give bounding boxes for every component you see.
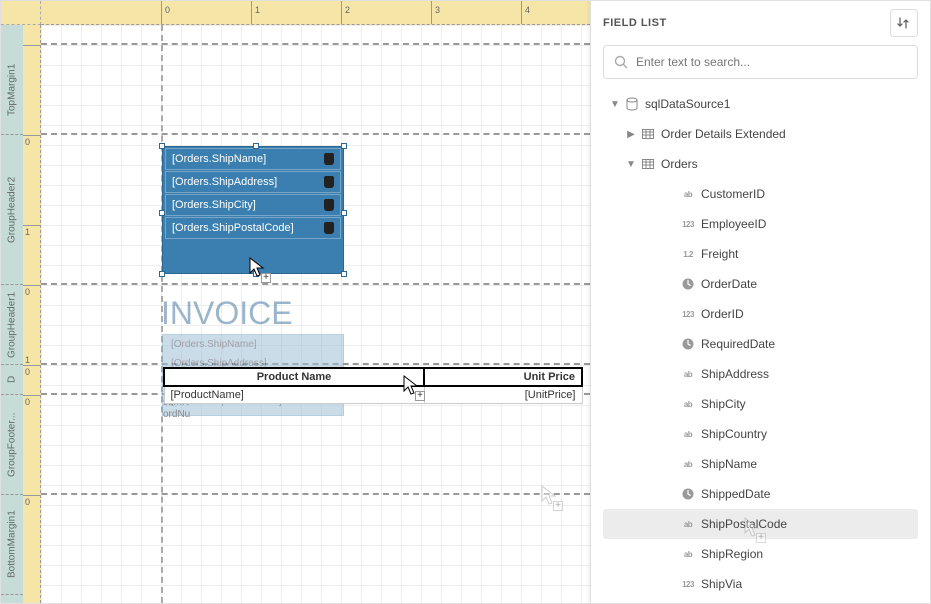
vertical-ruler: 0 1 0 1 0 0 0 — [23, 25, 41, 603]
dragged-field[interactable]: [Orders.ShipAddress] — [165, 171, 341, 193]
search-input[interactable] — [636, 55, 907, 69]
panel-title: FIELD LIST — [603, 17, 667, 29]
band-label-detail[interactable]: D — [1, 365, 23, 395]
tree-node-field[interactable]: abCustomerID — [603, 179, 918, 209]
report-table[interactable]: Product Name Unit Price [ProductName] [U… — [163, 367, 583, 404]
tree-node-field[interactable]: abShipCountry — [603, 419, 918, 449]
ruler-tick-label: 3 — [435, 5, 440, 15]
tree-node-field[interactable]: RequiredDate — [603, 329, 918, 359]
cell-price[interactable]: [UnitPrice] — [424, 386, 582, 404]
field-type-icon: ab — [679, 460, 697, 469]
tree-node-field[interactable]: 123OrderID — [603, 299, 918, 329]
sort-fields-button[interactable] — [890, 9, 918, 37]
table-header-row[interactable]: Product Name Unit Price — [164, 368, 582, 386]
band-separator[interactable] — [41, 43, 590, 45]
field-type-icon: ab — [679, 520, 697, 529]
band-separator[interactable] — [41, 493, 590, 495]
resize-handle[interactable] — [159, 143, 165, 149]
band-label-gutter: TopMargin1 GroupHeader2 GroupHeader1 D G… — [1, 25, 23, 603]
resize-handle[interactable] — [253, 143, 259, 149]
ruler-tick-label: 2 — [345, 5, 350, 15]
resize-handle[interactable] — [159, 271, 165, 277]
column-header-price[interactable]: Unit Price — [424, 368, 582, 386]
resize-handle[interactable] — [341, 143, 347, 149]
dragged-field[interactable]: [Orders.ShipName] — [165, 148, 341, 170]
search-input-wrapper[interactable] — [603, 45, 918, 79]
database-icon — [324, 153, 334, 165]
field-type-icon: ab — [679, 430, 697, 439]
dragged-field[interactable]: [Orders.ShipPostalCode] — [165, 217, 341, 239]
field-type-icon — [679, 337, 697, 351]
band-label-group-header2[interactable]: GroupHeader2 — [1, 135, 23, 285]
tree-node-field[interactable]: 123EmployeeID — [603, 209, 918, 239]
ord-label: ordNu — [163, 409, 190, 420]
ruler-tick-label: 0 — [165, 5, 170, 15]
tree-node-table[interactable]: ▶ Order Details Extended — [603, 119, 918, 149]
search-icon — [614, 55, 628, 69]
dragged-field[interactable]: [Orders.ShipCity] — [165, 194, 341, 216]
tree-node-field[interactable]: abShipCity — [603, 389, 918, 419]
band-label-bottom-margin[interactable]: BottomMargin1 — [1, 495, 23, 595]
table-icon — [639, 159, 657, 169]
cell-product[interactable]: [ProductName] — [164, 386, 424, 404]
database-icon — [324, 222, 334, 234]
ruler-corner — [1, 1, 41, 25]
tree-node-datasource[interactable]: ▼ sqlDataSource1 — [603, 89, 918, 119]
resize-handle[interactable] — [341, 271, 347, 277]
tree-node-field[interactable]: 1.2Freight — [603, 239, 918, 269]
invoice-title[interactable]: INVOICE — [161, 295, 293, 332]
field-type-icon — [679, 487, 697, 501]
field-type-icon: ab — [679, 370, 697, 379]
chevron-right-icon[interactable]: ▶ — [623, 129, 639, 140]
tree-node-field[interactable]: abShipRegion — [603, 539, 918, 569]
band-label-top-margin[interactable]: TopMargin1 — [1, 45, 23, 135]
field-type-icon: 123 — [679, 220, 697, 229]
cursor-icon: + — [541, 485, 557, 507]
column-header-product[interactable]: Product Name — [164, 368, 424, 386]
dragged-fields-block[interactable]: [Orders.ShipName] [Orders.ShipAddress] [… — [163, 147, 343, 273]
field-type-icon: 123 — [679, 580, 697, 589]
field-type-icon: 1.2 — [679, 250, 697, 259]
chevron-down-icon[interactable]: ▼ — [623, 159, 639, 170]
ruler-tick-label: 1 — [255, 5, 260, 15]
band-separator[interactable] — [41, 283, 590, 285]
tree-node-field[interactable]: OrderDate — [603, 269, 918, 299]
table-data-row[interactable]: [ProductName] [UnitPrice] — [164, 386, 582, 404]
tree-node-field[interactable]: 123ShipVia — [603, 569, 918, 591]
datasource-icon — [623, 97, 641, 111]
field-tree[interactable]: ▼ sqlDataSource1 ▶ Order Details Extende… — [603, 89, 918, 591]
report-canvas[interactable]: INVOICE [Orders.ShipName] [Orders.ShipAd… — [41, 25, 590, 603]
field-type-icon: ab — [679, 550, 697, 559]
tree-node-field[interactable]: abShipAddress — [603, 359, 918, 389]
tree-node-field[interactable]: ShippedDate — [603, 479, 918, 509]
tree-node-table[interactable]: ▼ Orders — [603, 149, 918, 179]
field-type-icon: ab — [679, 190, 697, 199]
ruler-tick-label: 4 — [525, 5, 530, 15]
field-type-icon: ab — [679, 400, 697, 409]
field-type-icon: 123 — [679, 310, 697, 319]
tree-node-field[interactable]: abShipPostalCode — [603, 509, 918, 539]
tree-node-field[interactable]: abShipName — [603, 449, 918, 479]
database-icon — [324, 199, 334, 211]
field-type-icon — [679, 277, 697, 291]
resize-handle[interactable] — [159, 210, 165, 216]
band-label-group-footer[interactable]: GroupFooter... — [1, 395, 23, 495]
band-label-group-header1[interactable]: GroupHeader1 — [1, 285, 23, 365]
resize-handle[interactable] — [253, 271, 259, 277]
database-icon — [324, 176, 334, 188]
resize-handle[interactable] — [341, 210, 347, 216]
field-list-panel: FIELD LIST ▼ sqlDataSource1 ▶ Order Deta… — [590, 1, 930, 603]
band-separator[interactable] — [41, 133, 590, 135]
chevron-down-icon[interactable]: ▼ — [607, 99, 623, 110]
table-icon — [639, 129, 657, 139]
horizontal-ruler: 0 1 2 3 4 — [41, 1, 590, 25]
design-canvas[interactable]: 0 1 2 3 4 TopMargin1 GroupHeader2 GroupH… — [1, 1, 590, 603]
